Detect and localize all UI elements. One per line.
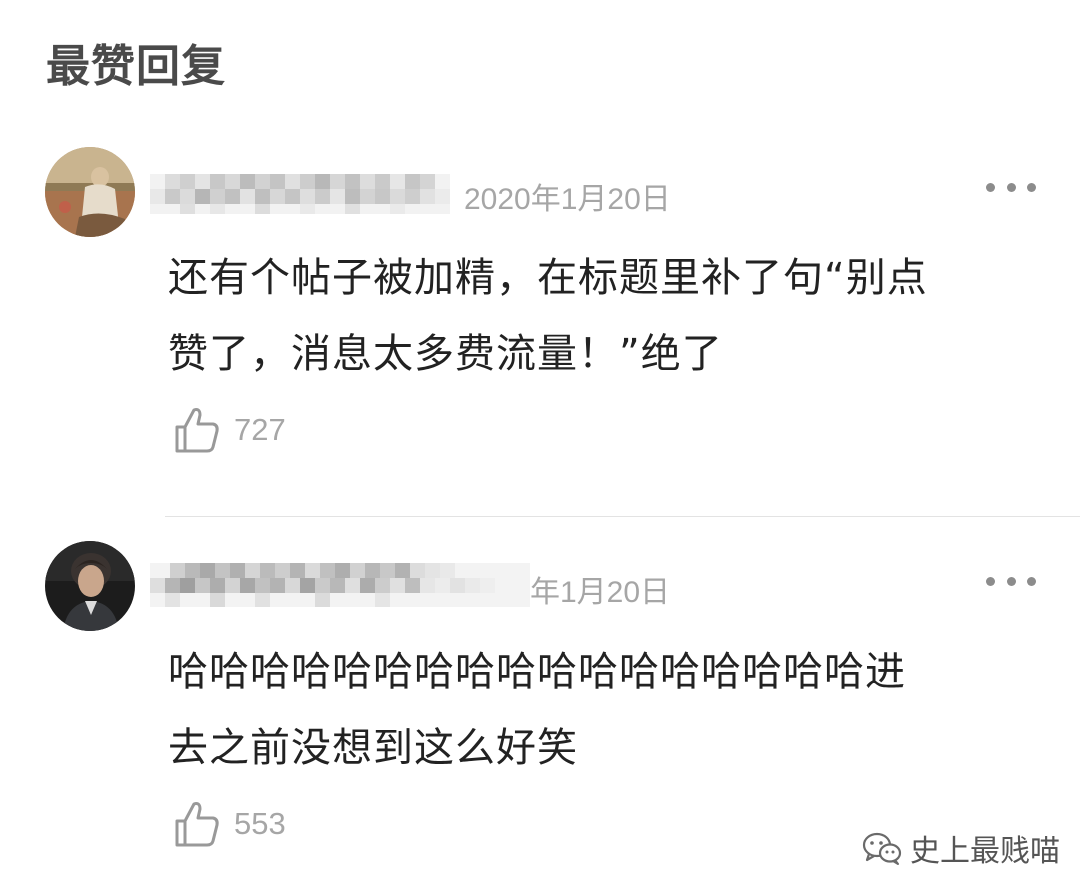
like-count: 727 [234, 412, 286, 447]
user-avatar[interactable] [45, 147, 135, 237]
comment-text-line: 去之前没想到这么好笑 [168, 725, 578, 771]
dot-icon [1006, 576, 1016, 586]
more-options-button[interactable] [986, 175, 1036, 199]
comment-text-line: 赞了，消息太多费流量！”绝了 [168, 331, 723, 377]
like-button[interactable]: 727 [174, 406, 286, 454]
user-avatar[interactable] [45, 541, 135, 631]
watermark-text: 史上最贱喵 [910, 834, 1060, 869]
comment-text: 还有个帖子被加精，在标题里补了句“别点 赞了，消息太多费流量！”绝了 [168, 240, 1038, 392]
thumbs-up-icon [175, 802, 219, 847]
like-count: 553 [234, 806, 286, 841]
dot-icon [986, 182, 995, 192]
comment-timestamp: 年1月20日 [530, 576, 671, 609]
section-title: 最赞回复 [46, 41, 226, 92]
dot-icon [1027, 182, 1036, 192]
comment-text: 哈哈哈哈哈哈哈哈哈哈哈哈哈哈哈哈哈进 去之前没想到这么好笑 [168, 634, 1038, 786]
wechat-icon [862, 832, 902, 865]
thumbs-up-icon [175, 408, 219, 453]
comment-timestamp: 2020年1月20日 [464, 183, 671, 216]
like-button[interactable]: 553 [174, 800, 286, 848]
painting-avatar-icon [45, 147, 135, 237]
dot-icon [986, 576, 995, 586]
username-blurred [150, 160, 450, 218]
dot-icon [1027, 576, 1036, 586]
watermark: 史上最贱喵 [862, 826, 1060, 870]
more-options-button[interactable] [986, 569, 1036, 593]
comment-text-line: 哈哈哈哈哈哈哈哈哈哈哈哈哈哈哈哈哈进 [168, 649, 906, 695]
divider [165, 516, 1080, 517]
comment-section: 最赞回复 2020年1月20日 还有个帖子被加精，在标题里补了句“别点 赞了，消… [0, 0, 1080, 893]
dot-icon [1006, 182, 1016, 192]
username-blurred [150, 553, 530, 611]
comment-text-line: 还有个帖子被加精，在标题里补了句“别点 [168, 255, 928, 301]
portrait-avatar-icon [45, 541, 135, 631]
